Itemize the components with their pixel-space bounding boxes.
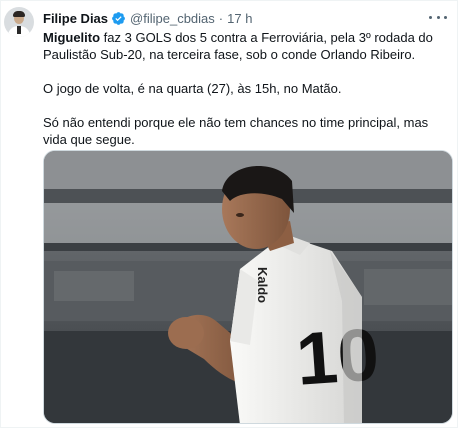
author-handle[interactable]: @filipe_cbdias: [130, 11, 215, 26]
jersey-sponsor: Kaldo: [255, 267, 270, 303]
header-separator: ·: [218, 10, 224, 26]
tweet-paragraph-1: Miguelito faz 3 GOLS dos 5 contra a Ferr…: [43, 29, 443, 63]
author-name[interactable]: Filipe Dias: [43, 11, 108, 26]
author-avatar[interactable]: [4, 7, 34, 37]
tweet-text: Miguelito faz 3 GOLS dos 5 contra a Ferr…: [43, 29, 443, 148]
photo-illustration: 10 Kaldo: [44, 151, 452, 423]
jersey-number: 10: [294, 312, 382, 401]
more-dot: [429, 15, 432, 19]
player-name: Miguelito: [43, 30, 101, 45]
more-options-icon[interactable]: [429, 11, 447, 23]
more-dot: [444, 15, 447, 19]
tweet-header: Filipe Dias @filipe_cbdias · 17 h: [43, 9, 252, 27]
paragraph-1-text: faz 3 GOLS dos 5 contra a Ferroviária, p…: [43, 30, 433, 62]
tweet-paragraph-2: O jogo de volta, é na quarta (27), às 15…: [43, 81, 342, 96]
tweet-paragraph-3: Só não entendi porque ele não tem chance…: [43, 115, 429, 147]
avatar-tie: [17, 26, 21, 34]
more-dot: [436, 15, 440, 19]
tweet-photo[interactable]: 10 Kaldo: [43, 150, 453, 424]
verified-badge-icon: [112, 11, 125, 25]
post-time[interactable]: 17 h: [227, 11, 252, 26]
avatar-hair: [13, 11, 25, 17]
tweet-card[interactable]: Filipe Dias @filipe_cbdias · 17 h Miguel…: [0, 0, 458, 428]
